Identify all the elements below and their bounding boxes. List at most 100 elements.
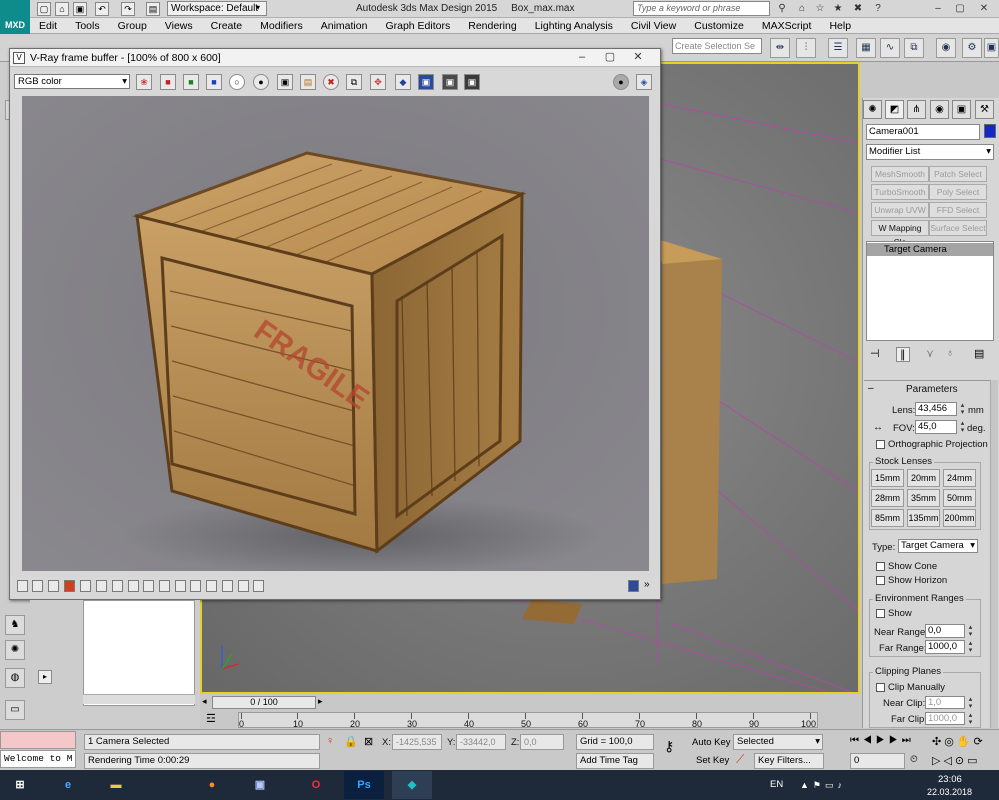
modifier-patch-select-button[interactable]: Patch Select	[929, 166, 987, 182]
modifier-stack[interactable]	[866, 241, 994, 341]
camera-type-dropdown[interactable]: Target Camera ▾	[898, 539, 978, 553]
playback-controls[interactable]: ⏮◀▶▶⏭	[850, 735, 915, 746]
far-range-input[interactable]: 1000,0	[925, 640, 965, 654]
motion-tab-icon[interactable]: ◉	[930, 100, 949, 119]
fov-input[interactable]: 45,0	[915, 420, 957, 434]
vfb-icc-icon[interactable]	[206, 580, 217, 592]
slider-right-arrow-icon[interactable]: ▸	[318, 696, 323, 707]
object-color-swatch[interactable]	[984, 124, 996, 138]
stop-render-icon[interactable]: ▣	[464, 74, 480, 90]
near-clip-input[interactable]: 1,0	[925, 696, 965, 709]
menu-rendering[interactable]: Rendering	[459, 18, 525, 34]
vfb-info-icon[interactable]	[48, 580, 59, 592]
alpha-channel-icon[interactable]: ○	[229, 74, 245, 90]
lens-35mm-button[interactable]: 35mm	[907, 489, 940, 507]
lens-spinner[interactable]: ▴ ▾	[958, 402, 967, 416]
lens-50mm-button[interactable]: 50mm	[943, 489, 976, 507]
lens-15mm-button[interactable]: 15mm	[871, 469, 904, 487]
vfb-white-balance-icon[interactable]	[96, 580, 107, 592]
render-setup-icon[interactable]: ⚙	[962, 38, 982, 58]
region-render-icon[interactable]: ◆	[395, 74, 411, 90]
vfb-render-icon[interactable]: ◈	[636, 74, 652, 90]
undo-icon[interactable]: ↶	[95, 2, 109, 16]
far-clip-spinner[interactable]: ▴ ▾	[966, 712, 975, 726]
key-curve-icon[interactable]: ⟋	[736, 752, 744, 767]
display-tab-icon[interactable]: ▣	[952, 100, 971, 119]
scene-explorer-icon[interactable]: ▦	[856, 38, 876, 58]
blue-channel-icon[interactable]: ■	[206, 74, 222, 90]
open-file-icon[interactable]: ⌂	[55, 2, 69, 16]
3ds-max-taskbar-icon[interactable]: ◆	[392, 771, 432, 799]
selection-set-dropdown[interactable]: Create Selection Se	[672, 38, 762, 54]
redo-icon[interactable]: ↷	[121, 2, 135, 16]
x-coord-field[interactable]: -1425,535	[392, 734, 442, 750]
vfb-close-icon[interactable]: ✕	[628, 50, 648, 64]
menu-group[interactable]: Group	[109, 18, 156, 34]
channel-dropdown[interactable]: RGB color ▾	[14, 74, 130, 89]
photoshop-icon[interactable]: Ps	[344, 771, 384, 799]
hierarchy-tab-icon[interactable]: ⋔	[907, 100, 926, 119]
opera-icon[interactable]: O	[296, 771, 336, 799]
vfb-minimize-icon[interactable]: –	[572, 50, 592, 64]
set-key-button[interactable]: Set Key	[696, 755, 729, 766]
maxscript-listener-top[interactable]	[0, 731, 76, 749]
lens-28mm-button[interactable]: 28mm	[871, 489, 904, 507]
lens-input[interactable]: 43,456	[915, 402, 957, 416]
lower-left-scrollbar[interactable]	[83, 694, 195, 704]
modifier-poly-select-button[interactable]: Poly Select	[929, 184, 987, 200]
menu-animation[interactable]: Animation	[312, 18, 377, 34]
lens-20mm-button[interactable]: 20mm	[907, 469, 940, 487]
utilities-tab-icon[interactable]: ⚒	[975, 100, 994, 119]
tray-icons[interactable]: ▲⚑▭♪	[800, 780, 846, 791]
lens-85mm-button[interactable]: 85mm	[871, 509, 904, 527]
key-mode-dropdown[interactable]: Selected ▾	[733, 734, 823, 750]
vfb-color-correction-icon[interactable]	[64, 580, 75, 592]
far-range-spinner[interactable]: ▴ ▾	[966, 640, 975, 654]
start-windows-icon[interactable]: ⊞	[0, 771, 40, 799]
time-slider[interactable]: 0 / 100	[212, 696, 316, 709]
mini-curve-editor-icon[interactable]: ☲	[206, 712, 216, 725]
favorites-icon[interactable]: ★	[830, 1, 846, 16]
clock-date[interactable]: 22.03.2018	[927, 787, 972, 797]
track-bar[interactable]: 0 10 20 30 40 50 60 70 80 90 100	[238, 712, 818, 729]
save-image-icon[interactable]: ▣	[277, 74, 293, 90]
z-coord-field[interactable]: 0,0	[520, 734, 564, 750]
make-unique-icon[interactable]: ⋎	[926, 347, 934, 360]
key-icon[interactable]: ⚷	[664, 738, 674, 755]
lens-135mm-button[interactable]: 135mm	[907, 509, 940, 527]
vfb-curves-icon[interactable]	[128, 580, 139, 592]
lens-200mm-button[interactable]: 200mm	[943, 509, 976, 527]
modifier-turbosmooth-button[interactable]: TurboSmooth	[871, 184, 929, 200]
fov-spinner[interactable]: ▴ ▾	[958, 420, 967, 434]
vfb-history-icon[interactable]	[17, 580, 28, 592]
vfb-pixel-aspect-icon[interactable]	[238, 580, 249, 592]
menu-tools[interactable]: Tools	[66, 18, 109, 34]
green-channel-icon[interactable]: ■	[183, 74, 199, 90]
create-tab-icon[interactable]: ✺	[863, 100, 882, 119]
mirror-icon[interactable]: ⇹	[770, 38, 790, 58]
close-x-icon[interactable]: ✖	[850, 1, 866, 16]
clip-manually-checkbox[interactable]	[876, 683, 885, 692]
current-frame-field[interactable]: 0	[850, 753, 905, 769]
material-editor-icon[interactable]: ◉	[936, 38, 956, 58]
menu-lighting-analysis[interactable]: Lighting Analysis	[526, 18, 622, 34]
save-file-icon[interactable]: ▣	[73, 2, 87, 16]
align-icon[interactable]: ⫶	[796, 38, 816, 58]
vfb-lens-effects-icon[interactable]	[32, 580, 43, 592]
show-end-result-icon[interactable]: ∥	[896, 347, 910, 362]
menu-customize[interactable]: Customize	[685, 18, 753, 34]
far-clip-input[interactable]: 1000,0	[925, 712, 965, 725]
show-horizon-checkbox[interactable]	[876, 576, 885, 585]
add-time-tag-button[interactable]: Add Time Tag	[576, 753, 654, 769]
lower-left-list[interactable]	[83, 600, 195, 706]
near-range-spinner[interactable]: ▴ ▾	[966, 624, 975, 638]
show-cone-checkbox[interactable]	[876, 562, 885, 571]
curve-editor-icon[interactable]: ∿	[880, 38, 900, 58]
clock-time[interactable]: 23:06	[938, 774, 962, 785]
animal-icon[interactable]: ♞	[5, 615, 25, 635]
load-image-icon[interactable]: ▤	[300, 74, 316, 90]
menu-civil-view[interactable]: Civil View	[622, 18, 685, 34]
vfb-exposure-icon[interactable]	[80, 580, 91, 592]
schematic-view-icon[interactable]: ⧉	[904, 38, 924, 58]
stack-item-target-camera[interactable]: Target Camera	[867, 243, 993, 256]
